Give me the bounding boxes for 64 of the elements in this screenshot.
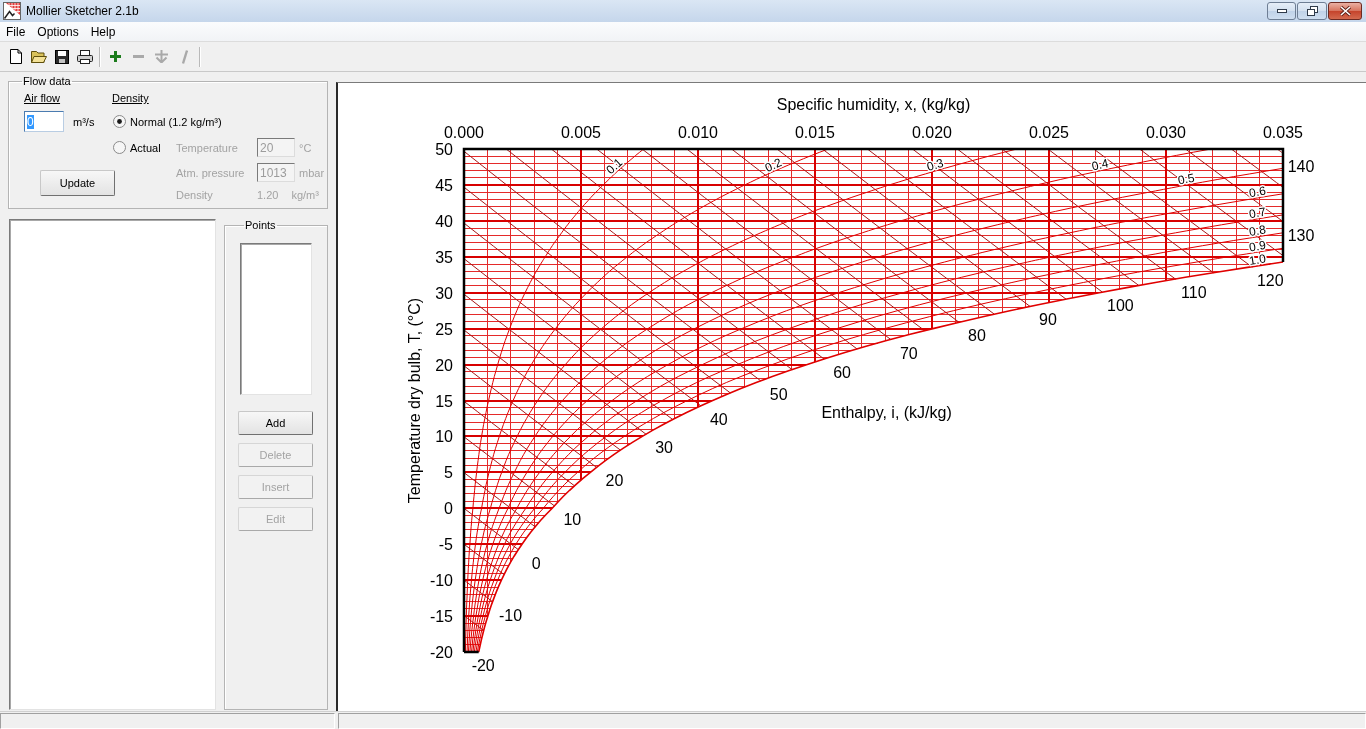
enthalpy-label: 50 (769, 385, 788, 403)
y-tick-label: -20 (429, 644, 453, 661)
enthalpy-label: 80 (968, 327, 986, 345)
humidity-label: 0.4 (1090, 156, 1110, 174)
enthalpy-label: 30 (655, 439, 673, 457)
enthalpy-axis-title: Enthalpy, i, (kJ/kg) (821, 404, 952, 422)
window-title: Mollier Sketcher 2.1b (26, 4, 139, 18)
y-tick-label: 30 (435, 284, 453, 302)
enthalpy-label: 0 (531, 554, 541, 572)
humidity-label: 0.7 (1248, 204, 1267, 222)
y-tick-label: 10 (435, 428, 453, 446)
enthalpy-label: 130 (1287, 226, 1315, 244)
group-title: Points (244, 219, 277, 232)
x-tick-label: 0.000 (444, 124, 484, 141)
field-label: Atm. pressure (176, 166, 245, 179)
enthalpy-label: 10 (563, 510, 582, 528)
unit-label: m³/s (73, 115, 95, 128)
x-tick-label: 0.010 (678, 124, 718, 141)
enthalpy-label: -20 (471, 657, 495, 674)
enthalpy-label: 20 (605, 472, 624, 490)
y-tick-label: -5 (438, 536, 453, 554)
x-tick-label: 0.030 (1146, 124, 1186, 141)
y-tick-label: 20 (435, 356, 453, 374)
humidity-label: 0.6 (1248, 183, 1267, 201)
x-axis-title: Specific humidity, x, (kg/kg) (776, 96, 971, 113)
enthalpy-label: 140 (1287, 158, 1315, 176)
y-tick-label: -10 (429, 572, 453, 590)
enthalpy-label: 60 (833, 364, 851, 381)
enthalpy-label: 90 (1039, 311, 1057, 329)
y-tick-label: 25 (435, 320, 453, 338)
y-tick-label: 5 (444, 464, 453, 482)
x-tick-label: 0.015 (795, 124, 835, 141)
group-title: Flow data (22, 75, 72, 88)
x-tick-label: 0.035 (1263, 124, 1303, 141)
field-label: Density (176, 189, 213, 201)
humidity-label: 0.1 (603, 155, 626, 177)
y-tick-label: 35 (435, 248, 453, 266)
x-tick-label: 0.020 (912, 124, 952, 141)
field-label: Air flow (24, 92, 61, 104)
density-value: 1.20 (257, 189, 279, 201)
enthalpy-label: -10 (498, 606, 523, 624)
humidity-label: 0.3 (925, 155, 946, 174)
y-tick-label: 45 (435, 176, 453, 194)
enthalpy-label: 120 (1256, 272, 1284, 290)
enthalpy-label: 70 (899, 344, 918, 362)
y-tick-label: 50 (435, 141, 453, 158)
y-axis-title: Temperature dry bulb, T, (°C) (406, 297, 423, 504)
enthalpy-label: 40 (709, 410, 728, 428)
humidity-label: 0.5 (1176, 170, 1196, 188)
humidity-label: 0.2 (762, 155, 784, 175)
x-tick-label: 0.005 (561, 124, 601, 141)
y-tick-label: 40 (435, 212, 453, 230)
enthalpy-label: 110 (1181, 284, 1207, 302)
x-tick-label: 0.025 (1029, 124, 1069, 141)
unit-label: kg/m³ (291, 189, 319, 201)
field-label: Density (112, 92, 149, 104)
humidity-label: 0.8 (1248, 222, 1267, 239)
y-tick-label: -15 (429, 608, 453, 626)
y-tick-label: 0 (444, 500, 453, 518)
enthalpy-label: 100 (1107, 297, 1134, 315)
field-label: Temperature (176, 141, 238, 154)
unit-label: °C (299, 141, 312, 154)
y-tick-label: 15 (435, 392, 453, 410)
unit-label: mbar (299, 166, 325, 179)
